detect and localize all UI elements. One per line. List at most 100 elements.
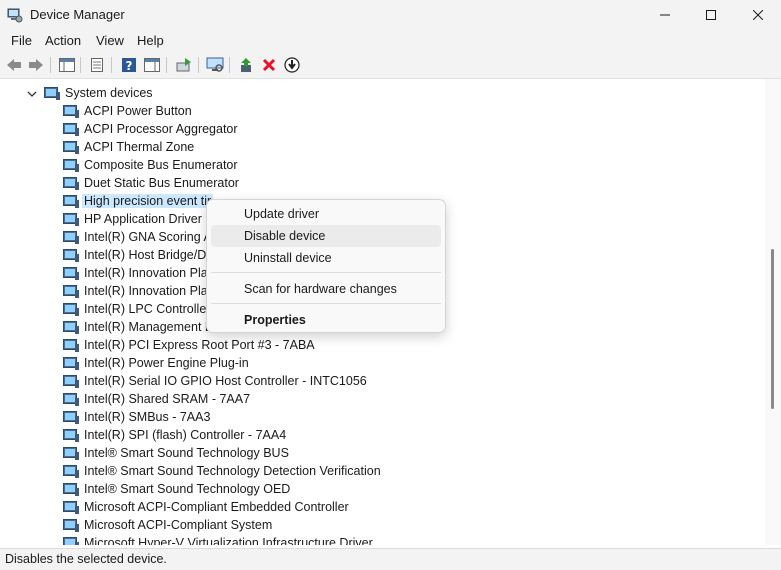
context-menu: Update driver Disable device Uninstall d… [206,199,446,333]
device-row[interactable]: ACPI Power Button [0,102,760,120]
back-icon [7,59,21,71]
enable-device-button[interactable] [238,56,256,74]
device-row[interactable]: Intel(R) Serial IO GPIO Host Controller … [0,372,760,390]
tree-category-row[interactable]: System devices [0,84,760,102]
system-devices-icon [44,87,60,100]
action-pane-icon [144,58,160,72]
system-device-icon [63,519,79,532]
system-device-icon [63,141,79,154]
maximize-button[interactable] [688,0,734,30]
device-row[interactable]: Intel(R) SMBus - 7AA3 [0,408,760,426]
system-device-icon [63,357,79,370]
system-device-icon [63,537,79,545]
system-device-icon [63,411,79,424]
device-row[interactable]: Duet Static Bus Enumerator [0,174,760,192]
device-label: Intel(R) Innovation Plat [84,284,212,298]
forward-button[interactable] [27,56,45,74]
device-row[interactable]: ACPI Thermal Zone [0,138,760,156]
menu-help[interactable]: Help [137,33,164,48]
ctx-separator [211,272,441,273]
system-device-icon [63,249,79,262]
device-row[interactable]: Composite Bus Enumerator [0,156,760,174]
device-row[interactable]: Intel(R) PCI Express Root Port #3 - 7ABA [0,336,760,354]
device-label: Composite Bus Enumerator [84,158,238,172]
device-manager-app-icon [7,8,23,23]
device-row[interactable]: Intel® Smart Sound Technology Detection … [0,462,760,480]
ctx-uninstall-device[interactable]: Uninstall device [211,247,441,269]
system-device-icon [63,285,79,298]
scan-hardware-button[interactable] [206,56,224,74]
device-label: Intel(R) GNA Scoring A [84,230,212,244]
uninstall-device-button[interactable] [260,56,278,74]
device-row[interactable]: Microsoft ACPI-Compliant System [0,516,760,534]
minimize-button[interactable] [642,0,688,30]
system-device-icon [63,465,79,478]
device-manager-window: Device Manager File Action View Help ? S… [0,0,781,570]
maximize-icon [706,10,716,20]
device-label: Intel(R) Power Engine Plug-in [84,356,249,370]
device-row[interactable]: Microsoft Hyper-V Virtualization Infrast… [0,534,760,545]
device-row[interactable]: Microsoft ACPI-Compliant Embedded Contro… [0,498,760,516]
device-row[interactable]: Intel(R) SPI (flash) Controller - 7AA4 [0,426,760,444]
device-label: HP Application Driver [84,212,202,226]
close-button[interactable] [735,0,781,30]
device-row[interactable]: Intel(R) Shared SRAM - 7AA7 [0,390,760,408]
menu-file[interactable]: File [11,33,32,48]
toolbar: ? [0,52,781,79]
system-device-icon [63,213,79,226]
device-label: Microsoft ACPI-Compliant Embedded Contro… [84,500,349,514]
menu-action[interactable]: Action [45,33,81,48]
system-device-icon [63,339,79,352]
device-row[interactable]: ACPI Processor Aggregator [0,120,760,138]
svg-text:?: ? [126,59,133,73]
status-text: Disables the selected device. [5,552,167,566]
properties-icon [91,58,103,72]
system-device-icon [63,267,79,280]
ctx-update-driver[interactable]: Update driver [211,203,441,225]
help-button[interactable]: ? [120,56,138,74]
update-driver-icon [176,58,191,72]
properties-button[interactable] [88,56,106,74]
device-row[interactable]: Intel® Smart Sound Technology OED [0,480,760,498]
ctx-properties[interactable]: Properties [211,309,441,331]
uninstall-device-icon [262,58,276,72]
minimize-icon [660,14,670,16]
menu-view[interactable]: View [96,33,124,48]
device-row[interactable]: Intel(R) Power Engine Plug-in [0,354,760,372]
system-device-icon [63,123,79,136]
title-bar: Device Manager [0,0,781,30]
device-label: ACPI Thermal Zone [84,140,195,154]
enable-device-icon [241,58,251,72]
system-device-icon [63,303,79,316]
device-label: Microsoft Hyper-V Virtualization Infrast… [84,536,373,545]
back-button[interactable] [5,56,23,74]
device-label: Intel® Smart Sound Technology OED [84,482,291,496]
device-label: Microsoft ACPI-Compliant System [84,518,273,532]
scan-hardware-icon [206,57,224,72]
forward-icon [29,59,43,71]
system-device-icon [63,177,79,190]
vertical-scrollbar[interactable] [765,79,781,545]
device-label: ACPI Power Button [84,104,192,118]
scrollbar-thumb[interactable] [771,249,774,409]
device-label: High precision event tir [82,194,214,208]
console-tree-button[interactable] [58,56,76,74]
device-label: Intel(R) Innovation Plat [84,266,212,280]
device-label: Intel(R) Management E [84,320,214,334]
system-device-icon [63,429,79,442]
system-device-icon [63,195,79,208]
system-device-icon [63,483,79,496]
disable-device-button[interactable] [283,56,301,74]
system-device-icon [63,159,79,172]
ctx-disable-device[interactable]: Disable device [211,225,441,247]
device-row[interactable]: Intel® Smart Sound Technology BUS [0,444,760,462]
window-title: Device Manager [30,7,125,22]
disable-device-icon [284,57,300,73]
chevron-down-icon[interactable] [27,89,37,99]
action-pane-button[interactable] [143,56,161,74]
close-icon [753,10,763,20]
device-label: Duet Static Bus Enumerator [84,176,239,190]
system-device-icon [63,321,79,334]
update-driver-button[interactable] [175,56,193,74]
ctx-scan-hardware[interactable]: Scan for hardware changes [211,278,441,300]
